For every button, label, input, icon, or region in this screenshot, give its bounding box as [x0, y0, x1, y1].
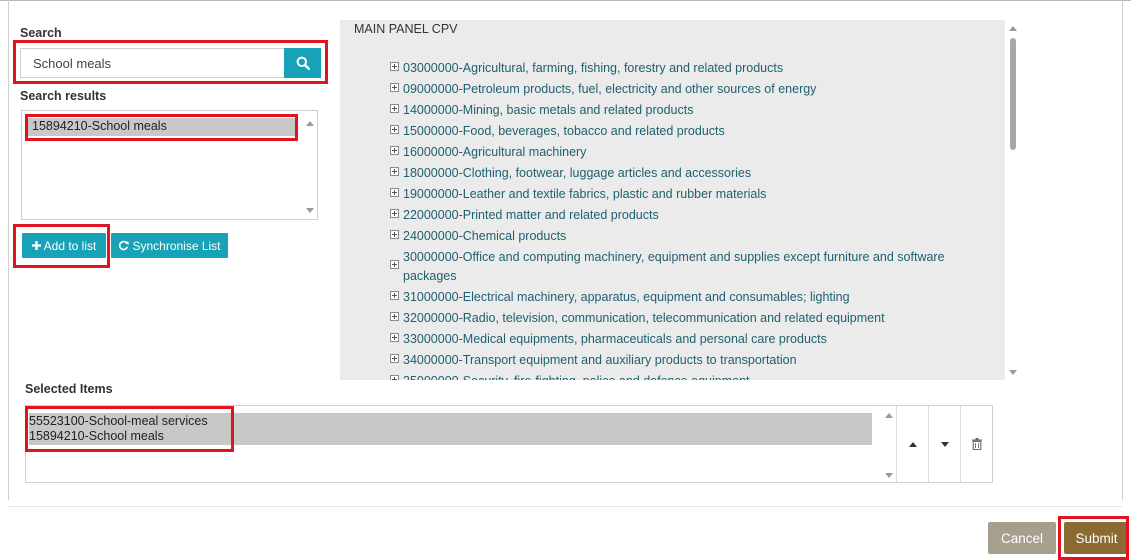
dialog-top-border [0, 0, 1131, 1]
move-down-button[interactable] [928, 406, 960, 482]
tree-node[interactable]: 31000000-Electrical machinery, apparatus… [390, 288, 980, 309]
expand-icon[interactable] [390, 354, 399, 363]
expand-icon[interactable] [390, 125, 399, 134]
tree-node[interactable]: 09000000-Petroleum products, fuel, elect… [390, 80, 980, 101]
search-label: Search [20, 26, 62, 40]
tree-node[interactable]: 30000000-Office and computing machinery,… [390, 248, 980, 288]
expand-icon[interactable] [390, 62, 399, 71]
synchronise-list-button[interactable]: Synchronise List [111, 233, 228, 258]
expand-icon[interactable] [390, 260, 399, 269]
synchronise-list-label: Synchronise List [132, 238, 221, 253]
tree-scroll-thumb[interactable] [1010, 38, 1016, 150]
tree-node[interactable]: 34000000-Transport equipment and auxilia… [390, 351, 980, 372]
trash-icon [971, 438, 982, 450]
tree-scroll-up-icon[interactable] [1009, 26, 1017, 31]
search-results-list[interactable]: 15894210-School meals [21, 110, 318, 220]
tree-node[interactable]: 03000000-Agricultural, farming, fishing,… [390, 59, 980, 80]
add-to-list-label: Add to list [43, 238, 97, 253]
delete-button[interactable] [960, 406, 992, 482]
dialog-left-border [8, 0, 9, 500]
search-input[interactable] [21, 49, 284, 77]
refresh-icon [119, 240, 130, 251]
add-to-list-button[interactable]: Add to list [22, 233, 106, 258]
tree-node[interactable]: 35000000-Security, fire-fighting, police… [390, 372, 980, 380]
tree-node[interactable]: 24000000-Chemical products [390, 227, 980, 248]
selected-scroll-up-icon[interactable] [885, 413, 893, 418]
results-scroll-down-icon[interactable] [306, 208, 314, 213]
expand-icon[interactable] [390, 146, 399, 155]
submit-button[interactable]: Submit [1064, 522, 1129, 554]
expand-icon[interactable] [390, 209, 399, 218]
move-up-button[interactable] [896, 406, 928, 482]
tree-scroll-down-icon[interactable] [1009, 370, 1017, 375]
selected-items-list[interactable]: 55523100-School-meal services 15894210-S… [25, 405, 993, 483]
caret-up-icon [908, 441, 917, 447]
selected-item[interactable]: 15894210-School meals [29, 429, 164, 443]
tree-node[interactable]: 33000000-Medical equipments, pharmaceuti… [390, 330, 980, 351]
plus-icon [31, 241, 41, 250]
expand-icon[interactable] [390, 188, 399, 197]
expand-icon[interactable] [390, 83, 399, 92]
tree-node[interactable]: 16000000-Agricultural machinery [390, 143, 980, 164]
expand-icon[interactable] [390, 104, 399, 113]
caret-down-icon [940, 441, 949, 447]
search-results-label: Search results [20, 89, 107, 103]
cpv-tree-list: 03000000-Agricultural, farming, fishing,… [390, 59, 980, 380]
results-scroll-up-icon[interactable] [306, 121, 314, 126]
cpv-tree-panel: MAIN PANEL CPV 03000000-Agricultural, fa… [340, 20, 1005, 380]
selected-items-label: Selected Items [25, 382, 113, 396]
tree-node[interactable]: 15000000-Food, beverages, tobacco and re… [390, 122, 980, 143]
search-icon [296, 56, 310, 70]
expand-icon[interactable] [390, 375, 399, 380]
search-result-item[interactable]: 15894210-School meals [28, 118, 295, 136]
tree-node[interactable]: 18000000-Clothing, footwear, luggage art… [390, 164, 980, 185]
search-box [20, 48, 321, 78]
cancel-button[interactable]: Cancel [988, 522, 1056, 554]
selected-scroll-down-icon[interactable] [885, 473, 893, 478]
tree-node[interactable]: 14000000-Mining, basic metals and relate… [390, 101, 980, 122]
tree-panel-title: MAIN PANEL CPV [354, 22, 458, 36]
selected-item[interactable]: 55523100-School-meal services [29, 414, 208, 428]
expand-icon[interactable] [390, 167, 399, 176]
dialog-right-border [1122, 0, 1123, 500]
expand-icon[interactable] [390, 291, 399, 300]
footer-divider [9, 506, 1122, 507]
tree-node[interactable]: 22000000-Printed matter and related prod… [390, 206, 980, 227]
expand-icon[interactable] [390, 333, 399, 342]
expand-icon[interactable] [390, 230, 399, 239]
search-button[interactable] [284, 48, 321, 78]
tree-node[interactable]: 32000000-Radio, television, communicatio… [390, 309, 980, 330]
expand-icon[interactable] [390, 312, 399, 321]
tree-node[interactable]: 19000000-Leather and textile fabrics, pl… [390, 185, 980, 206]
